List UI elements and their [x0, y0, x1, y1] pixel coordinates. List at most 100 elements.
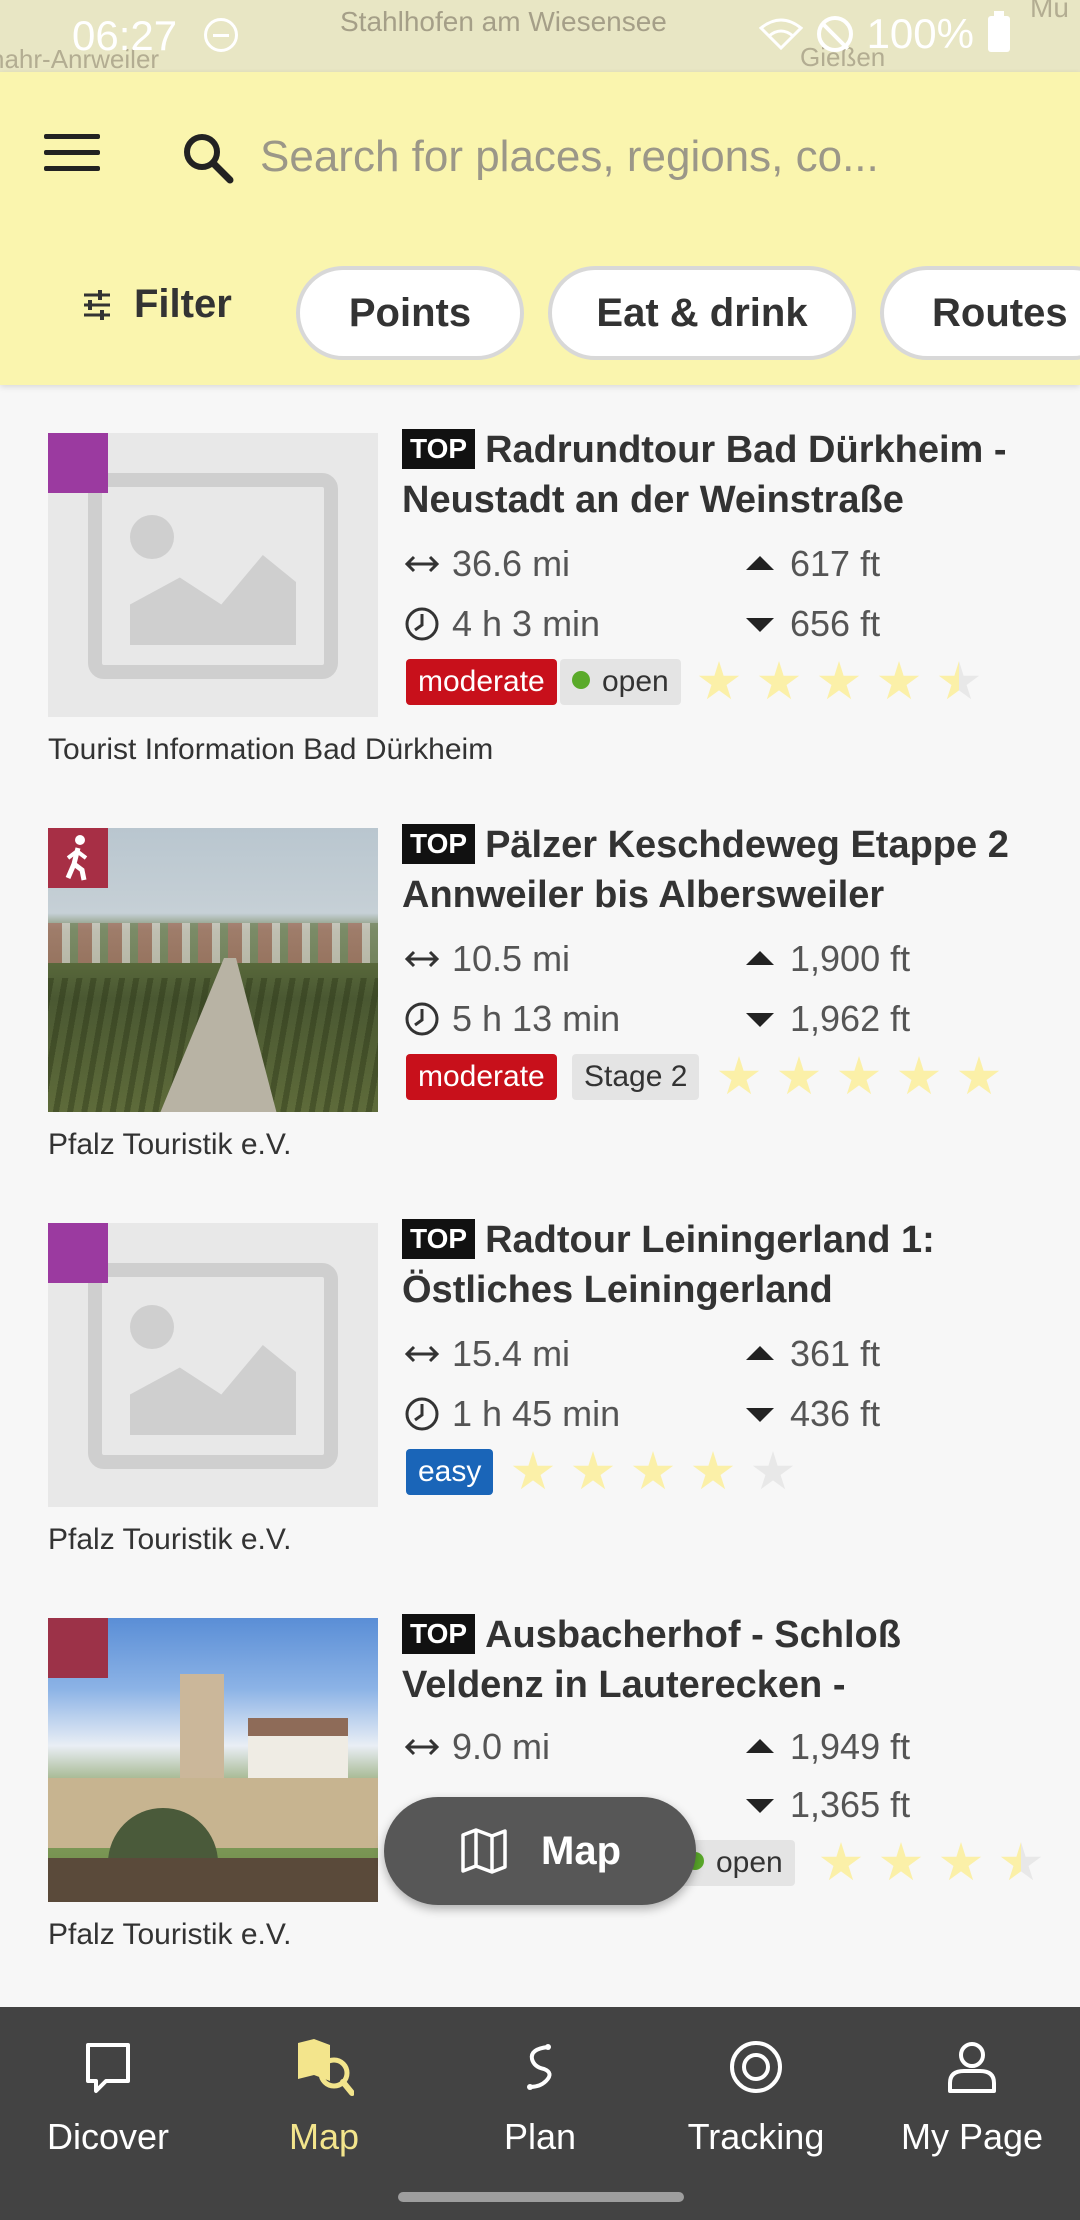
- tour-photo: [48, 828, 378, 1112]
- difficulty-badge: easy: [406, 1449, 494, 1495]
- rating-stars: [820, 1842, 1042, 1884]
- descent-value: 656 ft: [790, 603, 881, 644]
- ascent-icon: [746, 556, 774, 570]
- hiking-icon: [65, 835, 88, 881]
- map-view-button[interactable]: Map: [384, 1797, 696, 1905]
- discover-icon: [86, 2043, 130, 2093]
- list-item[interactable]: TOP Pälzer Keschdeweg Etappe 2 Annweiler …: [0, 780, 1080, 1175]
- category-marker: [48, 828, 108, 888]
- nav-discover[interactable]: Dicover: [0, 2037, 216, 2158]
- duration: 4 h 3 min: [402, 603, 600, 645]
- tour-title-text: Radtour Leiningerland 1: Östliches Leini…: [402, 1219, 935, 1311]
- category-marker: [48, 1223, 108, 1283]
- sliders-icon: [84, 289, 110, 320]
- star-icon: [818, 661, 860, 700]
- descent-icon: [746, 1408, 774, 1422]
- tour-author: Tourist Information Bad Dürkheim: [48, 733, 494, 766]
- tour-title: TOP Pälzer Keschdeweg Etappe 2 Annweiler …: [402, 820, 1042, 920]
- distance: 36.6 mi: [402, 543, 570, 585]
- app-header: Filter Points Eat & drink Routes: [0, 72, 1080, 385]
- star-icon: [880, 1842, 922, 1881]
- list-item[interactable]: TOP Radtour Leiningerland 1: Östliches Le…: [0, 1175, 1080, 1570]
- status-badge: open: [680, 1840, 795, 1886]
- nav-my-page[interactable]: My Page: [864, 2037, 1080, 2158]
- status-text: open: [602, 665, 669, 698]
- battery-icon: [988, 11, 1010, 52]
- nav-label: Dicover: [46, 2116, 170, 2157]
- ascent: 1,949 ft: [740, 1726, 910, 1768]
- status-text: open: [716, 1846, 783, 1879]
- tour-title: TOP Radtour Leiningerland 1: Östliches Le…: [402, 1215, 1042, 1315]
- duration: 5 h 13 min: [402, 998, 620, 1040]
- nav-tracking[interactable]: Tracking: [648, 2037, 864, 2158]
- chip-label: Points: [348, 290, 472, 335]
- descent: 1,962 ft: [740, 998, 910, 1040]
- distance-arrows-icon: [404, 1738, 440, 1756]
- map-label: Stahlhofen am Wiesensee: [340, 6, 667, 37]
- chip-label: Routes: [932, 290, 1068, 335]
- distance-value: 15.4 mi: [452, 1333, 571, 1374]
- list-item[interactable]: TOP Radrundtour Bad Dürkheim - Neustadt a…: [0, 385, 1080, 780]
- hamburger-icon: [44, 134, 100, 139]
- map-button-label: Map: [541, 1828, 621, 1873]
- wifi-icon: [758, 18, 803, 50]
- star-icon: [718, 1056, 760, 1095]
- descent-value: 1,365 ft: [790, 1784, 911, 1825]
- nav-map[interactable]: Map: [216, 2037, 432, 2158]
- search-icon[interactable]: [178, 128, 238, 188]
- list-item[interactable]: TOP Ausbacherhof - Schloß Veldenz in Laut…: [0, 1570, 1080, 1965]
- filter-button[interactable]: Filter: [80, 282, 232, 327]
- ascent-value: 1,900 ft: [790, 938, 911, 979]
- nav-plan[interactable]: Plan: [432, 2037, 648, 2158]
- tour-title-text: Pälzer Keschdeweg Etappe 2 Annweiler bis…: [402, 824, 1009, 916]
- search-input[interactable]: [260, 122, 1020, 192]
- distance-arrows-icon: [404, 950, 440, 968]
- tour-thumbnail: [48, 1223, 378, 1507]
- descent-icon: [746, 1799, 774, 1813]
- map-search-icon: [298, 2039, 355, 2096]
- ascent: 361 ft: [740, 1333, 880, 1375]
- tour-title-text: Ausbacherhof - Schloß Veldenz in Lautere…: [402, 1614, 901, 1706]
- bottom-navigation: Dicover Map Plan Tracking My Page: [0, 2007, 1080, 2220]
- ascent-icon: [746, 951, 774, 965]
- chip-points[interactable]: Points: [296, 266, 524, 360]
- image-placeholder-icon: [88, 473, 338, 679]
- ascent-icon: [746, 1346, 774, 1360]
- duration: 1 h 45 min: [402, 1393, 620, 1435]
- nav-label: My Page: [900, 2116, 1044, 2157]
- map-icon: [461, 1828, 507, 1874]
- chip-routes[interactable]: Routes: [880, 266, 1080, 360]
- user-icon: [948, 2042, 996, 2093]
- star-icon: [820, 1842, 862, 1881]
- descent-value: 1,962 ft: [790, 998, 911, 1039]
- menu-button[interactable]: [44, 134, 100, 178]
- ascent-value: 1,949 ft: [790, 1726, 911, 1767]
- distance: 10.5 mi: [402, 938, 570, 980]
- chip-label: Eat & drink: [596, 290, 808, 335]
- category-marker: [48, 1618, 108, 1678]
- top-badge: TOP: [402, 1614, 476, 1654]
- category-marker: [48, 433, 108, 493]
- star-icon: [778, 1056, 820, 1095]
- chip-eat-drink[interactable]: Eat & drink: [548, 266, 856, 360]
- ascent: 1,900 ft: [740, 938, 910, 980]
- tour-title: TOP Ausbacherhof - Schloß Veldenz in Laut…: [402, 1610, 1042, 1710]
- top-badge: TOP: [402, 429, 476, 469]
- image-placeholder-icon: [88, 1263, 338, 1469]
- ascent-value: 361 ft: [790, 1333, 881, 1374]
- descent-value: 436 ft: [790, 1393, 881, 1434]
- star-icon: [940, 1842, 982, 1881]
- plan-icon: [527, 2044, 552, 2090]
- status-bar: Stahlhofen am Wiesensee nahr-Anrweiler G…: [0, 0, 1080, 72]
- distance: 9.0 mi: [402, 1726, 550, 1768]
- nav-label: Tracking: [687, 2116, 825, 2157]
- home-indicator[interactable]: [398, 2192, 684, 2202]
- descent: 656 ft: [740, 603, 880, 645]
- star-icon: [692, 1451, 734, 1490]
- ascent: 617 ft: [740, 543, 880, 585]
- hamburger-line: [44, 150, 100, 155]
- descent: 436 ft: [740, 1393, 880, 1435]
- tour-author: Pfalz Touristik e.V.: [48, 1918, 292, 1951]
- status-badge: open: [560, 659, 681, 705]
- clock: 06:27: [72, 12, 178, 59]
